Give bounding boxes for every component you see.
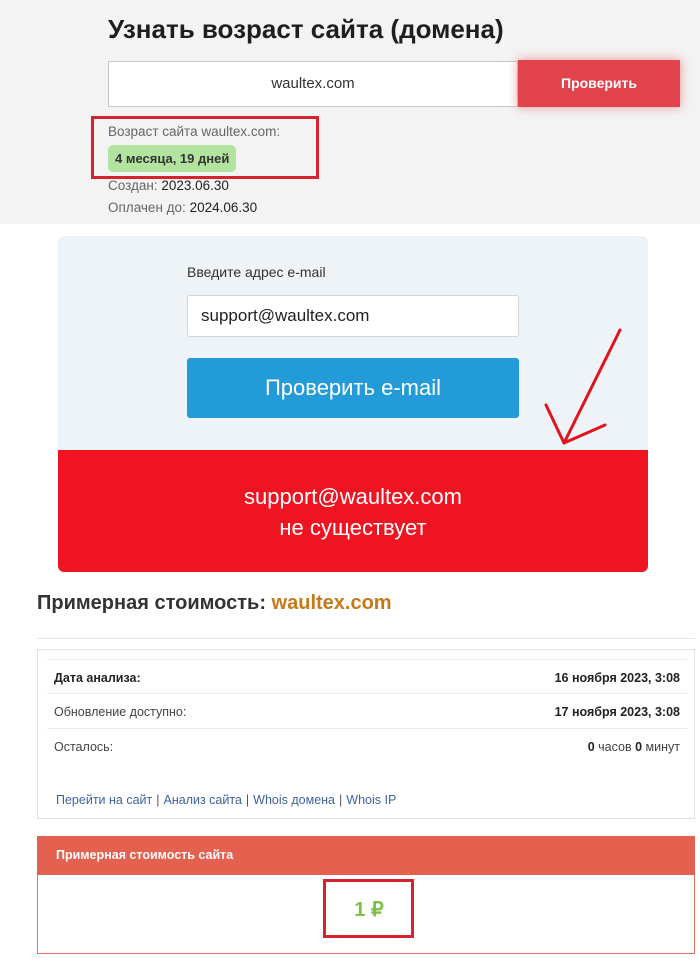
email-label: Введите адрес e-mail — [187, 264, 326, 280]
site-links: Перейти на сайт | Анализ сайта | Whois домен… — [56, 793, 396, 807]
row-value: 16 ноября 2023, 3:08 — [554, 671, 680, 685]
email-error-message: не существует — [279, 515, 427, 540]
link-separator: | — [339, 793, 343, 807]
check-domain-button[interactable]: Проверить — [518, 60, 680, 107]
row-value: 17 ноября 2023, 3:08 — [554, 705, 680, 719]
valuation-title: Примерная стоимость: waultex.com — [37, 592, 392, 615]
created-date: Создан: 2023.06.30 — [108, 178, 229, 193]
link-whois-domain[interactable]: Whois домена — [253, 793, 335, 807]
cost-header: Примерная стоимость сайта — [37, 836, 695, 875]
remaining-value: 0 часов 0 минут — [588, 740, 680, 754]
divider — [37, 638, 695, 639]
remaining-hours-unit: часов — [598, 740, 632, 754]
remaining-minutes: 0 — [635, 740, 643, 754]
link-site-analysis[interactable]: Анализ сайта — [164, 793, 242, 807]
update-available-row: Обновление доступно: 17 ноября 2023, 3:0… — [47, 694, 687, 729]
row-label: Обновление доступно: — [54, 705, 187, 719]
hand-drawn-arrow-icon — [544, 328, 622, 445]
domain-input[interactable]: waultex.com — [108, 61, 518, 107]
link-separator: | — [156, 793, 160, 807]
remaining-hours: 0 — [587, 740, 595, 754]
row-label: Осталось: — [54, 740, 114, 754]
remaining-row: Осталось: 0 часов 0 минут — [47, 729, 687, 764]
paid-value: 2024.06.30 — [189, 200, 258, 215]
age-highlight-frame — [91, 116, 319, 179]
link-whois-ip[interactable]: Whois IP — [346, 793, 396, 807]
email-error-address: support@waultex.com — [244, 484, 462, 509]
analysis-date-row: Дата анализа: 16 ноября 2023, 3:08 — [47, 659, 687, 694]
page-title: Узнать возраст сайта (домена) — [108, 14, 504, 44]
remaining-minutes-unit: минут — [645, 740, 680, 754]
created-value: 2023.06.30 — [161, 178, 229, 193]
email-error-panel — [58, 450, 648, 572]
check-email-button[interactable]: Проверить e-mail — [187, 358, 519, 418]
valuation-title-prefix: Примерная стоимость: — [37, 592, 266, 614]
row-label: Дата анализа: — [54, 671, 141, 685]
link-go-to-site[interactable]: Перейти на сайт — [56, 793, 152, 807]
email-input[interactable]: support@waultex.com — [187, 295, 519, 337]
created-label: Создан: — [108, 178, 158, 193]
paid-label: Оплачен до: — [108, 200, 186, 215]
cost-highlight-frame — [323, 879, 414, 938]
valuation-title-domain: waultex.com — [271, 592, 392, 614]
link-separator: | — [245, 793, 250, 807]
paid-until-date: Оплачен до: 2024.06.30 — [108, 200, 257, 215]
